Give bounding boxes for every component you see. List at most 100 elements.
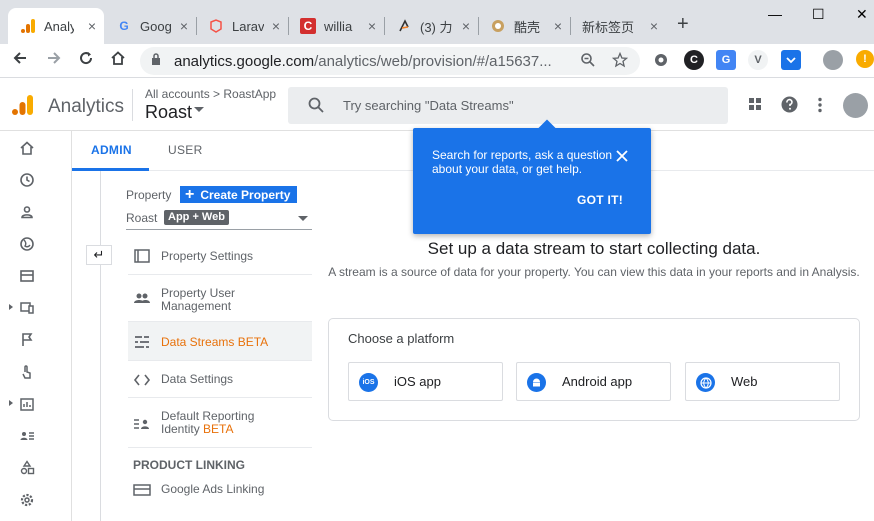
report-icon[interactable] bbox=[19, 396, 35, 412]
analytics-icon bbox=[20, 18, 36, 34]
search-input[interactable]: Try searching "Data Streams" bbox=[288, 87, 728, 124]
url-text: analytics.google.com/analytics/web/provi… bbox=[174, 53, 552, 70]
close-icon[interactable]: × bbox=[368, 18, 376, 34]
browser-tab-laravel[interactable]: Larav × bbox=[196, 8, 288, 44]
tab-title: willia bbox=[324, 18, 353, 34]
person-icon[interactable] bbox=[19, 204, 35, 220]
menu-label: Data Streams BETA bbox=[161, 335, 269, 349]
property-type-badge: App + Web bbox=[164, 210, 229, 225]
new-tab-button[interactable]: + bbox=[677, 14, 689, 34]
menu-data-streams[interactable]: Data Streams BETA bbox=[128, 322, 312, 361]
back-arrow-icon[interactable] bbox=[12, 50, 28, 71]
data-streams-icon bbox=[135, 336, 149, 348]
card-title: Choose a platform bbox=[348, 331, 455, 346]
page-description: A stream is a source of data for your pr… bbox=[328, 265, 860, 279]
plus-icon: + bbox=[185, 185, 195, 203]
more-vert-icon[interactable] bbox=[818, 97, 822, 113]
platform-chooser-card: Choose a platform iOS iOS app Android ap… bbox=[328, 318, 860, 421]
close-icon[interactable] bbox=[616, 150, 628, 162]
tooltip-message: Search for reports, ask a question about… bbox=[432, 148, 613, 176]
property-selector[interactable]: Roast bbox=[145, 102, 192, 123]
tab-user[interactable]: USER bbox=[168, 143, 203, 157]
search-help-tooltip: Search for reports, ask a question about… bbox=[413, 119, 651, 234]
platform-label: Android app bbox=[562, 374, 633, 389]
forward-arrow-icon[interactable] bbox=[46, 50, 62, 71]
devices-icon[interactable] bbox=[19, 300, 35, 316]
android-app-button[interactable]: Android app bbox=[516, 362, 671, 401]
expand-arrow-icon[interactable] bbox=[9, 400, 13, 406]
close-icon[interactable]: × bbox=[180, 18, 188, 34]
property-column-label: Property bbox=[126, 188, 172, 202]
close-icon[interactable]: × bbox=[272, 18, 280, 34]
close-icon[interactable]: × bbox=[462, 18, 470, 34]
translate-icon[interactable]: G bbox=[716, 50, 736, 70]
dropdown-caret-icon bbox=[298, 216, 308, 221]
tab-title: (3) 力 bbox=[420, 19, 452, 35]
property-dropdown[interactable]: Roast App + Web bbox=[126, 210, 312, 230]
create-property-button[interactable]: + Create Property bbox=[180, 185, 298, 203]
update-alert-icon[interactable]: ! bbox=[856, 50, 874, 68]
tab-title: Larav bbox=[232, 18, 264, 34]
browser-tab-zhihu[interactable]: (3) 力 × bbox=[384, 8, 478, 44]
download-extension-icon[interactable] bbox=[781, 50, 801, 70]
platform-label: iOS app bbox=[394, 374, 441, 389]
laravel-icon bbox=[208, 18, 224, 34]
left-nav bbox=[0, 131, 72, 521]
account-avatar[interactable] bbox=[843, 93, 868, 118]
ads-link-icon bbox=[133, 484, 151, 496]
lock-icon bbox=[152, 53, 160, 65]
menu-google-ads-linking[interactable]: Google Ads Linking bbox=[128, 477, 312, 501]
product-name: Analytics bbox=[48, 96, 125, 117]
browser-tab-coolshell[interactable]: 酷壳 × bbox=[478, 8, 570, 44]
maximize-button[interactable]: ☐ bbox=[812, 6, 825, 23]
zoom-icon[interactable] bbox=[580, 52, 596, 68]
expand-arrow-icon[interactable] bbox=[9, 304, 13, 310]
menu-label: Google Ads Linking bbox=[161, 482, 265, 496]
close-icon[interactable]: × bbox=[88, 18, 96, 34]
identity-icon bbox=[134, 419, 149, 429]
apps-grid-icon[interactable] bbox=[748, 97, 762, 111]
shapes-icon[interactable] bbox=[19, 460, 35, 476]
google-icon: G bbox=[119, 19, 129, 33]
browser-toolbar: analytics.google.com/analytics/web/provi… bbox=[0, 44, 874, 78]
home-icon[interactable] bbox=[19, 140, 35, 156]
extension-badge-icon[interactable]: C bbox=[684, 50, 704, 70]
ios-app-button[interactable]: iOS iOS app bbox=[348, 362, 503, 401]
vimium-icon[interactable]: V bbox=[748, 50, 768, 70]
settings-gear-icon[interactable] bbox=[19, 492, 35, 508]
got-it-button[interactable]: GOT IT! bbox=[577, 193, 623, 207]
collapse-back-button[interactable]: ↵ bbox=[86, 245, 112, 265]
behavior-icon[interactable] bbox=[19, 268, 35, 284]
help-icon[interactable] bbox=[781, 96, 798, 113]
home-icon[interactable] bbox=[110, 50, 126, 71]
menu-property-settings[interactable]: Property Settings bbox=[128, 237, 312, 275]
flag-icon[interactable] bbox=[19, 332, 35, 348]
browser-tab-analytics[interactable]: Analy × bbox=[8, 8, 104, 44]
account-breadcrumb[interactable]: All accounts > RoastApp bbox=[145, 87, 276, 101]
browser-tab-william[interactable]: C willia × bbox=[288, 8, 384, 44]
minimize-button[interactable]: — bbox=[768, 6, 782, 22]
menu-property-user-management[interactable]: Property User Management bbox=[128, 275, 312, 322]
audience-list-icon[interactable] bbox=[19, 428, 35, 444]
close-icon[interactable]: × bbox=[650, 18, 658, 34]
address-bar[interactable]: analytics.google.com/analytics/web/provi… bbox=[140, 47, 640, 75]
clock-icon[interactable] bbox=[19, 172, 35, 188]
globe-icon[interactable] bbox=[19, 236, 35, 252]
close-window-button[interactable]: ✕ bbox=[856, 6, 868, 23]
android-icon bbox=[527, 373, 546, 392]
search-icon bbox=[308, 97, 324, 113]
profile-avatar[interactable] bbox=[823, 50, 843, 70]
tab-admin[interactable]: ADMIN bbox=[91, 143, 132, 157]
browser-tab-google[interactable]: G Goog × bbox=[104, 8, 196, 44]
browser-tab-strip: Analy × G Goog × Larav × C willia × (3) … bbox=[0, 0, 874, 44]
close-icon[interactable]: × bbox=[554, 18, 562, 34]
menu-default-reporting-identity[interactable]: Default Reporting Identity BETA bbox=[128, 398, 312, 448]
menu-data-settings[interactable]: Data Settings bbox=[128, 361, 312, 398]
pointer-icon[interactable] bbox=[19, 364, 35, 380]
browser-tab-newtab[interactable]: 新标签页 × bbox=[570, 8, 666, 44]
gear-extension-icon[interactable] bbox=[651, 50, 671, 70]
web-button[interactable]: Web bbox=[685, 362, 840, 401]
star-icon[interactable] bbox=[612, 52, 628, 68]
reload-icon[interactable] bbox=[78, 50, 94, 71]
chevron-down-icon[interactable] bbox=[194, 107, 204, 112]
